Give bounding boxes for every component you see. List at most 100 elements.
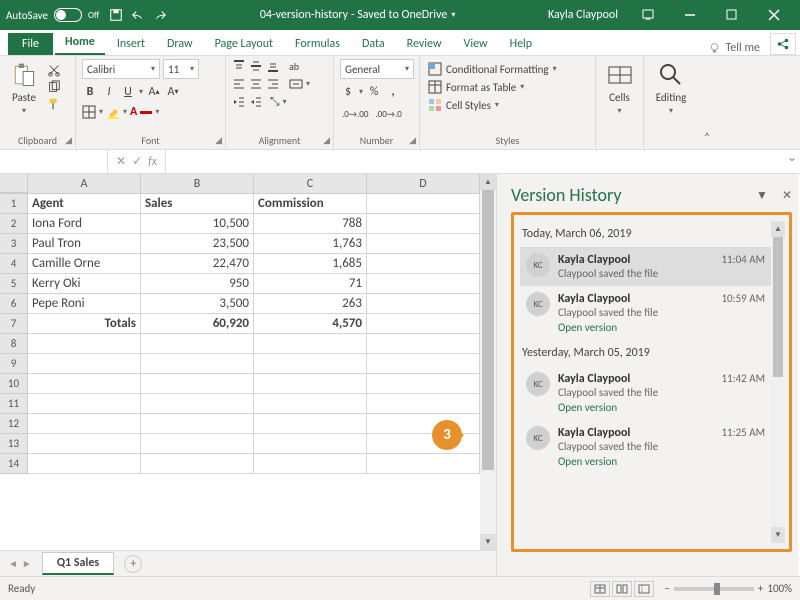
fx-icon[interactable]: fx <box>148 155 157 169</box>
cell[interactable] <box>254 394 367 414</box>
cell[interactable] <box>254 354 367 374</box>
tab-data[interactable]: Data <box>352 33 395 55</box>
cell[interactable] <box>367 374 480 394</box>
zoom-value[interactable]: 100% <box>767 582 792 595</box>
cell[interactable] <box>141 374 254 394</box>
add-sheet-button[interactable]: + <box>124 555 142 573</box>
name-box[interactable] <box>0 150 108 173</box>
cell[interactable]: 22,470 <box>141 254 254 274</box>
cell[interactable] <box>254 414 367 434</box>
cell[interactable] <box>367 294 480 314</box>
cell[interactable]: 950 <box>141 274 254 294</box>
increase-font-icon[interactable]: A▴ <box>146 83 162 101</box>
row-header[interactable]: 7 <box>0 314 28 334</box>
tab-page-layout[interactable]: Page Layout <box>205 33 283 55</box>
dialog-launcher-icon[interactable]: ◢ <box>323 135 330 146</box>
cell[interactable]: Totals <box>28 314 141 334</box>
row-header[interactable]: 6 <box>0 294 28 314</box>
col-header[interactable]: C <box>254 174 367 193</box>
cell[interactable] <box>367 334 480 354</box>
page-break-view-icon[interactable] <box>634 581 654 597</box>
row-header[interactable]: 1 <box>0 194 28 214</box>
scroll-down-icon[interactable]: ▼ <box>480 534 496 550</box>
normal-view-icon[interactable] <box>590 581 610 597</box>
prev-sheet-icon[interactable]: ◄ <box>8 557 18 570</box>
dialog-launcher-icon[interactable]: ◢ <box>215 135 222 146</box>
cell[interactable] <box>28 454 141 474</box>
zoom-slider[interactable] <box>674 587 754 591</box>
decrease-indent-icon[interactable] <box>232 95 246 109</box>
open-version-link[interactable]: Open version <box>558 321 713 334</box>
tab-formulas[interactable]: Formulas <box>285 33 350 55</box>
font-name-select[interactable]: Calibri▾ <box>82 59 160 79</box>
currency-icon[interactable]: $ <box>340 83 356 101</box>
cell[interactable] <box>141 334 254 354</box>
row-header[interactable]: 8 <box>0 334 28 354</box>
cut-icon[interactable] <box>46 63 62 77</box>
increase-decimal-icon[interactable]: .0→.00 <box>340 105 370 123</box>
cell[interactable] <box>141 434 254 454</box>
col-header[interactable]: B <box>141 174 254 193</box>
cell[interactable]: Pepe Roni <box>28 294 141 314</box>
cell[interactable]: Paul Tron <box>28 234 141 254</box>
collapse-ribbon-icon[interactable]: ˄ <box>698 56 716 149</box>
cell[interactable] <box>141 394 254 414</box>
row-header[interactable]: 9 <box>0 354 28 374</box>
font-color-icon[interactable]: A <box>130 105 137 119</box>
cell[interactable] <box>28 394 141 414</box>
tab-help[interactable]: Help <box>500 33 543 55</box>
row-header[interactable]: 3 <box>0 234 28 254</box>
cell[interactable] <box>367 394 480 414</box>
save-icon[interactable] <box>109 8 123 22</box>
zoom-in-icon[interactable]: + <box>758 582 763 595</box>
cell[interactable]: 60,920 <box>141 314 254 334</box>
align-left-icon[interactable] <box>232 77 246 91</box>
cell[interactable] <box>367 194 480 214</box>
align-center-icon[interactable] <box>249 77 263 91</box>
row-header[interactable]: 10 <box>0 374 28 394</box>
enter-formula-icon[interactable]: ✓ <box>132 154 142 169</box>
conditional-formatting-button[interactable]: Conditional Formatting▾ <box>426 61 589 77</box>
undo-icon[interactable] <box>131 8 145 22</box>
cell[interactable] <box>254 454 367 474</box>
align-bottom-icon[interactable] <box>266 59 280 73</box>
cell[interactable] <box>141 414 254 434</box>
cell[interactable]: 71 <box>254 274 367 294</box>
cell[interactable] <box>28 334 141 354</box>
cell[interactable] <box>141 454 254 474</box>
close-icon[interactable] <box>754 1 794 29</box>
row-header[interactable]: 11 <box>0 394 28 414</box>
cell[interactable] <box>367 254 480 274</box>
align-top-icon[interactable] <box>232 59 246 73</box>
cells-button[interactable]: Cells▾ <box>602 59 638 118</box>
expand-formula-icon[interactable]: ⌄ <box>784 150 800 173</box>
scroll-up-icon[interactable]: ▲ <box>480 174 496 190</box>
tell-me[interactable]: Tell me <box>708 41 768 55</box>
share-button[interactable] <box>770 33 796 55</box>
version-item[interactable]: KC Kayla Claypool Claypool saved the fil… <box>520 247 771 286</box>
row-header[interactable]: 2 <box>0 214 28 234</box>
cell[interactable] <box>367 234 480 254</box>
editing-button[interactable]: Editing▾ <box>652 59 691 118</box>
cell[interactable]: Camille Orne <box>28 254 141 274</box>
increase-indent-icon[interactable] <box>249 95 263 109</box>
tab-home[interactable]: Home <box>55 31 105 55</box>
align-middle-icon[interactable] <box>249 59 263 73</box>
row-header[interactable]: 12 <box>0 414 28 434</box>
dialog-launcher-icon[interactable]: ◢ <box>65 135 72 146</box>
cell[interactable] <box>28 374 141 394</box>
dialog-launcher-icon[interactable]: ◢ <box>409 135 416 146</box>
percent-icon[interactable]: % <box>366 83 382 101</box>
tab-review[interactable]: Review <box>397 33 452 55</box>
version-item[interactable]: KC Kayla Claypool Claypool saved the fil… <box>520 286 771 340</box>
cell[interactable] <box>28 414 141 434</box>
sheet-tab-q1[interactable]: Q1 Sales <box>42 552 114 575</box>
wrap-text-icon[interactable]: ab <box>289 60 299 73</box>
cell[interactable] <box>367 354 480 374</box>
toggle-off-icon[interactable] <box>54 8 82 22</box>
orientation-icon[interactable]: ⤡ <box>270 95 280 109</box>
cell[interactable] <box>28 354 141 374</box>
font-size-select[interactable]: 11▾ <box>163 59 199 79</box>
tab-insert[interactable]: Insert <box>107 33 155 55</box>
copy-icon[interactable] <box>46 80 62 94</box>
